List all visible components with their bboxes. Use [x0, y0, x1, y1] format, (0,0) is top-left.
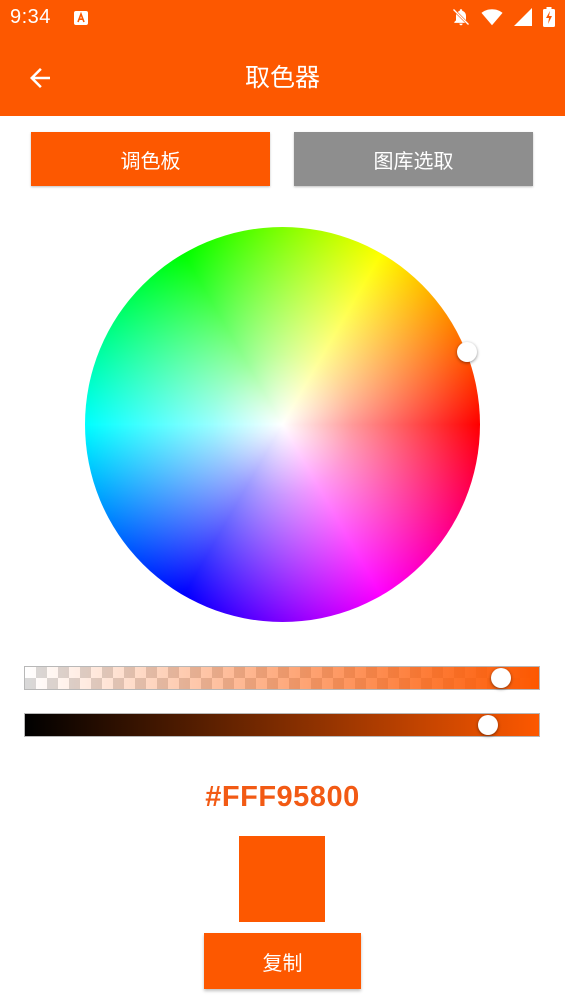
brightness-slider-thumb[interactable]	[478, 715, 498, 735]
color-picker-screen: 9:34 取色器 调色板 图库选取 #FFF95800 复制	[0, 0, 565, 1004]
hue-saturation-wheel[interactable]	[85, 227, 480, 622]
status-icons	[451, 7, 555, 27]
brightness-slider[interactable]	[24, 713, 540, 737]
signal-icon	[514, 8, 532, 26]
battery-charging-icon	[543, 7, 555, 27]
alpha-slider-thumb[interactable]	[491, 668, 511, 688]
app-top-bar: 9:34 取色器	[0, 0, 565, 116]
page-title: 取色器	[244, 63, 320, 92]
copy-button[interactable]: 复制	[204, 933, 361, 989]
app-notification-icon	[74, 11, 88, 25]
bell-off-icon	[452, 8, 470, 26]
tab-palette[interactable]: 调色板	[31, 132, 270, 186]
color-preview-swatch	[239, 836, 325, 922]
alpha-slider[interactable]	[24, 666, 540, 690]
color-wheel[interactable]	[85, 227, 480, 622]
hex-color-value: #FFF95800	[205, 781, 360, 813]
wifi-icon	[481, 9, 503, 26]
tab-gallery-pick[interactable]: 图库选取	[294, 132, 533, 186]
status-time: 9:34	[10, 6, 51, 28]
color-wheel-handle[interactable]	[457, 342, 477, 362]
